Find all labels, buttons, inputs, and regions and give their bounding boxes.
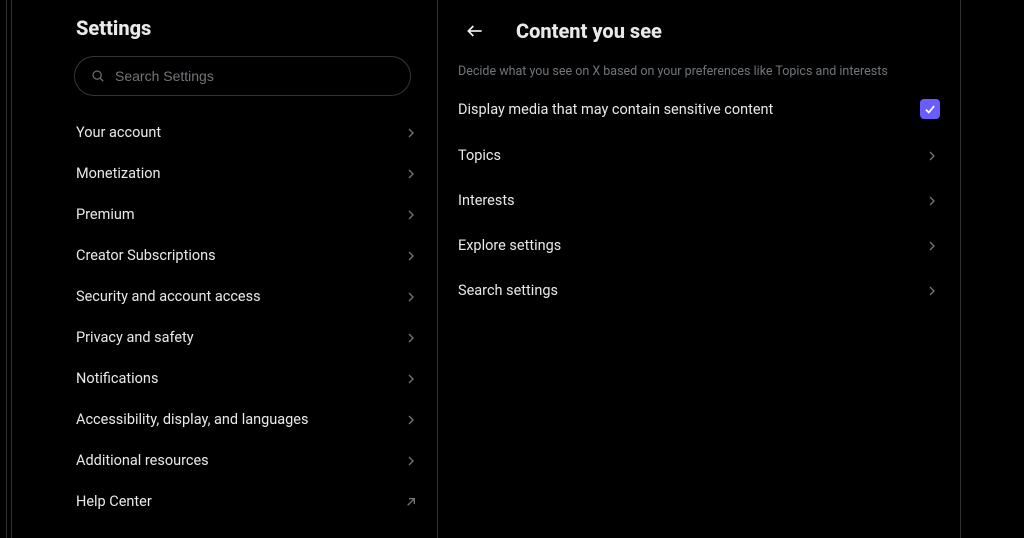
chevron-right-icon — [403, 248, 419, 264]
checkbox-sensitive[interactable] — [920, 99, 940, 119]
chevron-right-icon — [924, 193, 940, 209]
vertical-divider — [6, 0, 12, 538]
row-label: Explore settings — [458, 237, 561, 254]
row-search-settings[interactable]: Search settings — [454, 268, 944, 313]
menu-item-accessibility[interactable]: Accessibility, display, and languages — [48, 399, 437, 440]
menu-item-label: Premium — [76, 206, 135, 223]
content-panel: Content you see Decide what you see on X… — [438, 0, 960, 538]
menu-item-label: Privacy and safety — [76, 329, 194, 346]
chevron-right-icon — [403, 371, 419, 387]
external-link-icon — [403, 494, 419, 510]
left-gutter — [0, 0, 48, 538]
search-icon — [91, 69, 105, 83]
chevron-right-icon — [924, 283, 940, 299]
menu-item-label: Additional resources — [76, 452, 209, 469]
menu-item-privacy[interactable]: Privacy and safety — [48, 317, 437, 358]
row-label: Search settings — [458, 282, 558, 299]
menu-item-monetization[interactable]: Monetization — [48, 153, 437, 194]
settings-panel: Settings Your account Monetization Premi… — [48, 0, 438, 538]
row-explore-settings[interactable]: Explore settings — [454, 223, 944, 268]
chevron-right-icon — [924, 238, 940, 254]
row-label: Display media that may contain sensitive… — [458, 101, 773, 118]
menu-item-notifications[interactable]: Notifications — [48, 358, 437, 399]
chevron-right-icon — [403, 166, 419, 182]
chevron-right-icon — [403, 125, 419, 141]
menu-item-premium[interactable]: Premium — [48, 194, 437, 235]
search-field[interactable] — [74, 56, 411, 96]
menu-item-creator-subscriptions[interactable]: Creator Subscriptions — [48, 235, 437, 276]
content-description: Decide what you see on X based on your p… — [454, 54, 944, 85]
menu-item-your-account[interactable]: Your account — [48, 112, 437, 153]
row-label: Topics — [458, 147, 501, 164]
menu-item-label: Accessibility, display, and languages — [76, 411, 308, 428]
row-label: Interests — [458, 192, 515, 209]
menu-item-label: Help Center — [76, 493, 152, 510]
chevron-right-icon — [403, 412, 419, 428]
menu-item-help-center[interactable]: Help Center — [48, 481, 437, 522]
search-container — [48, 52, 437, 112]
menu-item-additional-resources[interactable]: Additional resources — [48, 440, 437, 481]
menu-item-label: Notifications — [76, 370, 158, 387]
menu-item-label: Monetization — [76, 165, 161, 182]
menu-item-label: Security and account access — [76, 288, 261, 305]
content-title: Content you see — [516, 19, 662, 43]
menu-item-label: Creator Subscriptions — [76, 247, 216, 264]
right-gutter — [960, 0, 1024, 538]
chevron-right-icon — [403, 330, 419, 346]
search-input[interactable] — [115, 68, 394, 84]
chevron-right-icon — [924, 148, 940, 164]
row-interests[interactable]: Interests — [454, 178, 944, 223]
check-icon — [923, 102, 937, 116]
back-button[interactable] — [458, 14, 492, 48]
chevron-right-icon — [403, 289, 419, 305]
row-topics[interactable]: Topics — [454, 133, 944, 178]
settings-title: Settings — [48, 8, 437, 52]
menu-item-security[interactable]: Security and account access — [48, 276, 437, 317]
content-header: Content you see — [454, 8, 944, 54]
chevron-right-icon — [403, 207, 419, 223]
chevron-right-icon — [403, 453, 419, 469]
menu-item-label: Your account — [76, 124, 161, 141]
row-sensitive-toggle[interactable]: Display media that may contain sensitive… — [454, 85, 944, 133]
arrow-left-icon — [465, 21, 485, 41]
